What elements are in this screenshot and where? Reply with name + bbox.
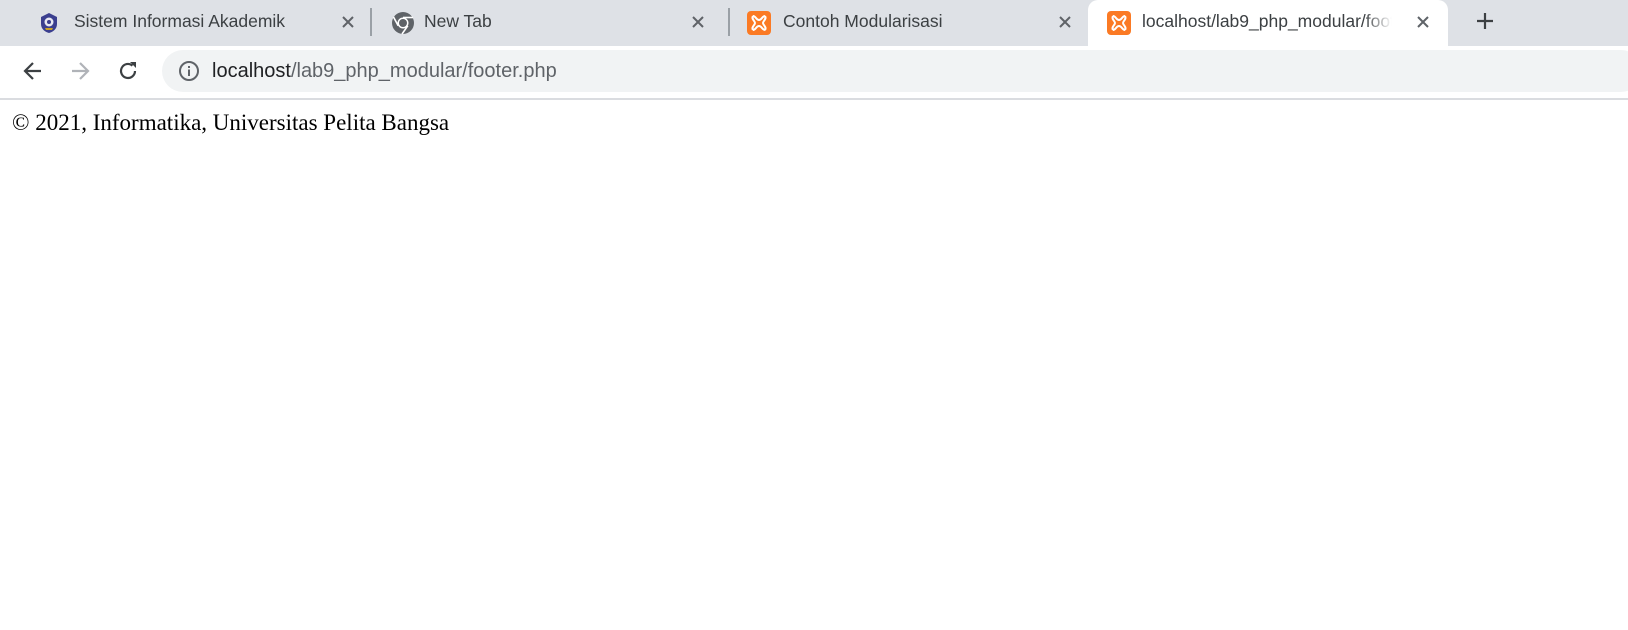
xampp-icon bbox=[746, 10, 772, 36]
tab-separator bbox=[728, 8, 730, 36]
url-path: /lab9_php_modular/footer.php bbox=[290, 60, 557, 82]
tab-title: localhost/lab9_php_modular/footer.php bbox=[1142, 11, 1392, 31]
university-crest-icon bbox=[36, 10, 62, 36]
tab-title: Sistem Informasi Akademik bbox=[74, 11, 286, 31]
back-button[interactable] bbox=[16, 56, 50, 90]
address-bar[interactable]: localhost/lab9_php_modular/footer.php bbox=[162, 50, 1628, 92]
url-text[interactable]: localhost/lab9_php_modular/footer.php bbox=[212, 50, 557, 92]
back-arrow-icon bbox=[22, 60, 44, 87]
tab-footer-php[interactable]: localhost/lab9_php_modular/footer.php bbox=[1088, 0, 1448, 46]
xampp-icon bbox=[1106, 10, 1132, 36]
page-content: © 2021, Informatika, Universitas Pelita … bbox=[0, 100, 1628, 630]
reload-button[interactable] bbox=[111, 56, 145, 90]
plus-icon bbox=[1475, 11, 1495, 36]
close-icon[interactable] bbox=[337, 11, 359, 33]
forward-button[interactable] bbox=[63, 56, 97, 90]
close-icon[interactable] bbox=[1054, 11, 1076, 33]
new-tab-button[interactable] bbox=[1468, 6, 1502, 40]
browser-toolbar: localhost/lab9_php_modular/footer.php bbox=[0, 46, 1628, 100]
tab-strip: Sistem Informasi Akademik New Tab Contoh… bbox=[0, 0, 1628, 46]
footer-text: © 2021, Informatika, Universitas Pelita … bbox=[12, 110, 450, 135]
tab-contoh-modularisasi[interactable]: Contoh Modularisasi bbox=[732, 0, 1090, 46]
tab-title: New Tab bbox=[424, 11, 492, 31]
url-host: localhost bbox=[212, 60, 291, 82]
close-icon[interactable] bbox=[687, 11, 709, 33]
reload-icon bbox=[117, 60, 139, 87]
tab-sistem-informasi-akademik[interactable]: Sistem Informasi Akademik bbox=[8, 0, 366, 46]
info-icon[interactable] bbox=[178, 60, 200, 82]
chrome-icon bbox=[390, 10, 416, 36]
forward-arrow-icon bbox=[69, 60, 91, 87]
title-fade bbox=[1364, 0, 1392, 42]
tab-title: Contoh Modularisasi bbox=[783, 11, 943, 31]
close-icon[interactable] bbox=[1412, 11, 1434, 33]
tab-separator bbox=[370, 8, 372, 36]
tab-new-tab[interactable]: New Tab bbox=[374, 0, 732, 46]
